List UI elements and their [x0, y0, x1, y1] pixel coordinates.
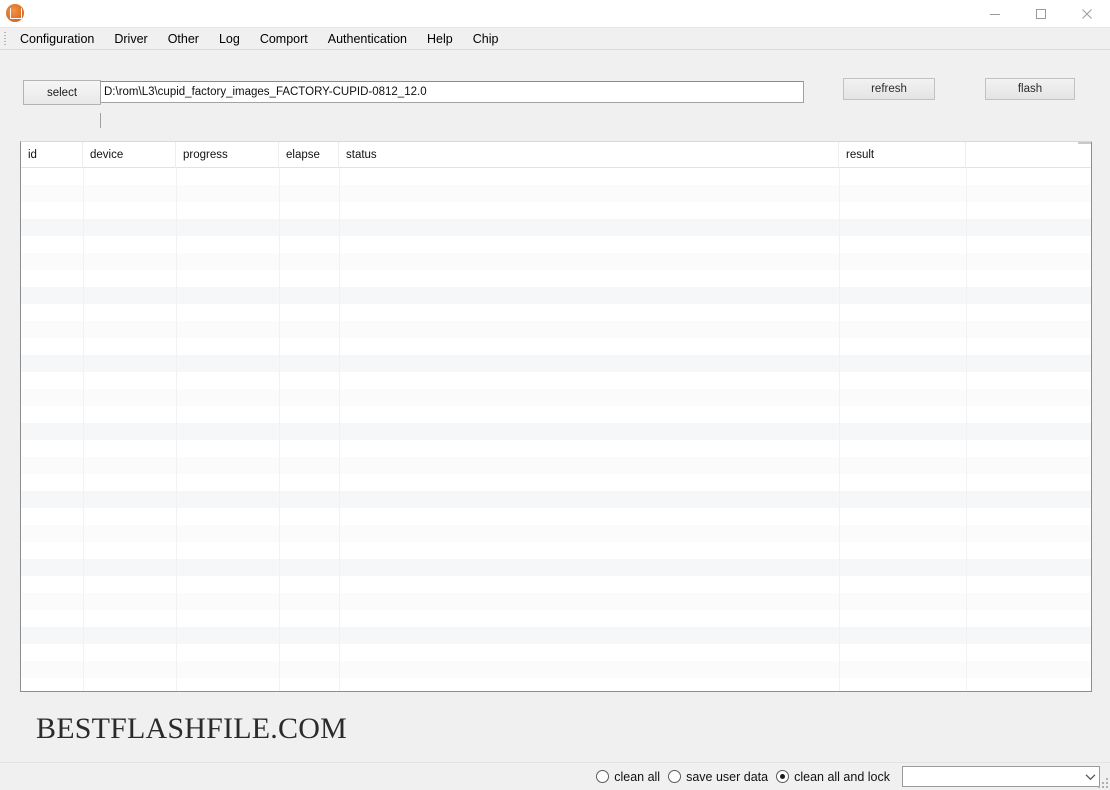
column-header-device[interactable]: device: [83, 142, 176, 168]
table-row[interactable]: [21, 185, 1092, 202]
table-row[interactable]: [21, 525, 1092, 542]
clean-options-group: clean all save user data clean all and l…: [596, 770, 898, 784]
app-window: Configuration Driver Other Log Comport A…: [0, 0, 1110, 790]
table-row[interactable]: [21, 270, 1092, 287]
table-row[interactable]: [21, 559, 1092, 576]
column-header-progress[interactable]: progress: [176, 142, 279, 168]
table-right-border: [1091, 142, 1092, 691]
select-button[interactable]: select: [23, 80, 101, 105]
menu-item-authentication[interactable]: Authentication: [318, 28, 417, 50]
radio-clean-all-and-lock-label: clean all and lock: [794, 769, 890, 784]
table-row[interactable]: [21, 491, 1092, 508]
rom-path-value: D:\rom\L3\cupid_factory_images_FACTORY-C…: [104, 86, 427, 98]
radio-clean-all-and-lock-indicator: [776, 770, 790, 783]
radio-clean-all-and-lock[interactable]: clean all and lock: [776, 770, 890, 784]
mi-logo-icon: [6, 4, 24, 22]
minimize-icon[interactable]: [972, 0, 1018, 28]
device-table[interactable]: id device progress elapse status result: [20, 141, 1092, 692]
column-header-elapse[interactable]: elapse: [279, 142, 339, 168]
table-row[interactable]: [21, 372, 1092, 389]
table-row[interactable]: [21, 168, 1092, 185]
window-controls: [972, 0, 1110, 28]
table-row[interactable]: [21, 627, 1092, 644]
table-row[interactable]: [21, 644, 1092, 661]
status-bar: clean all save user data clean all and l…: [0, 762, 1110, 790]
title-bar: [0, 0, 1110, 28]
table-row[interactable]: [21, 406, 1092, 423]
table-row[interactable]: [21, 202, 1092, 219]
maximize-icon[interactable]: [1018, 0, 1064, 28]
flash-mode-select[interactable]: [902, 766, 1100, 787]
refresh-button[interactable]: refresh: [843, 78, 935, 100]
table-row[interactable]: [21, 389, 1092, 406]
menu-item-chip[interactable]: Chip: [463, 28, 509, 50]
table-row[interactable]: [21, 440, 1092, 457]
radio-clean-all-indicator: [596, 770, 610, 783]
site-watermark: BESTFLASHFILE.COM: [36, 712, 347, 745]
radio-save-user-data[interactable]: save user data: [668, 770, 768, 784]
table-row[interactable]: [21, 321, 1092, 338]
menu-bar: Configuration Driver Other Log Comport A…: [0, 28, 1110, 50]
table-body[interactable]: [21, 168, 1092, 691]
table-row[interactable]: [21, 355, 1092, 372]
table-row[interactable]: [21, 542, 1092, 559]
table-row[interactable]: [21, 423, 1092, 440]
menu-item-configuration[interactable]: Configuration: [10, 28, 104, 50]
menu-item-driver[interactable]: Driver: [104, 28, 157, 50]
table-row[interactable]: [21, 678, 1092, 691]
flash-button[interactable]: flash: [985, 78, 1075, 100]
table-row[interactable]: [21, 661, 1092, 678]
rom-path-input[interactable]: D:\rom\L3\cupid_factory_images_FACTORY-C…: [100, 81, 804, 103]
radio-save-user-data-label: save user data: [686, 769, 769, 784]
table-row[interactable]: [21, 304, 1092, 321]
table-row[interactable]: [21, 474, 1092, 491]
menu-item-log[interactable]: Log: [209, 28, 250, 50]
column-header-id[interactable]: id: [21, 142, 83, 168]
radio-clean-all-label: clean all: [614, 769, 661, 784]
menu-grip-handle[interactable]: [0, 28, 10, 50]
table-header-row: id device progress elapse status result: [21, 142, 1092, 168]
column-header-status[interactable]: status: [339, 142, 839, 168]
table-row[interactable]: [21, 508, 1092, 525]
table-row[interactable]: [21, 576, 1092, 593]
menu-item-other[interactable]: Other: [158, 28, 209, 50]
table-row[interactable]: [21, 457, 1092, 474]
radio-save-user-data-indicator: [668, 770, 682, 783]
text-caret: [100, 113, 101, 128]
menu-item-comport[interactable]: Comport: [250, 28, 318, 50]
table-row[interactable]: [21, 287, 1092, 304]
resize-grip-icon[interactable]: [1096, 776, 1108, 788]
menu-item-help[interactable]: Help: [417, 28, 463, 50]
table-row[interactable]: [21, 593, 1092, 610]
column-header-result[interactable]: result: [839, 142, 966, 168]
close-icon[interactable]: [1064, 0, 1110, 28]
column-header-extra[interactable]: [966, 142, 1092, 168]
table-row[interactable]: [21, 338, 1092, 355]
table-row[interactable]: [21, 253, 1092, 270]
table-row[interactable]: [21, 236, 1092, 253]
radio-clean-all[interactable]: clean all: [596, 770, 660, 784]
table-row[interactable]: [21, 610, 1092, 627]
table-row[interactable]: [21, 219, 1092, 236]
